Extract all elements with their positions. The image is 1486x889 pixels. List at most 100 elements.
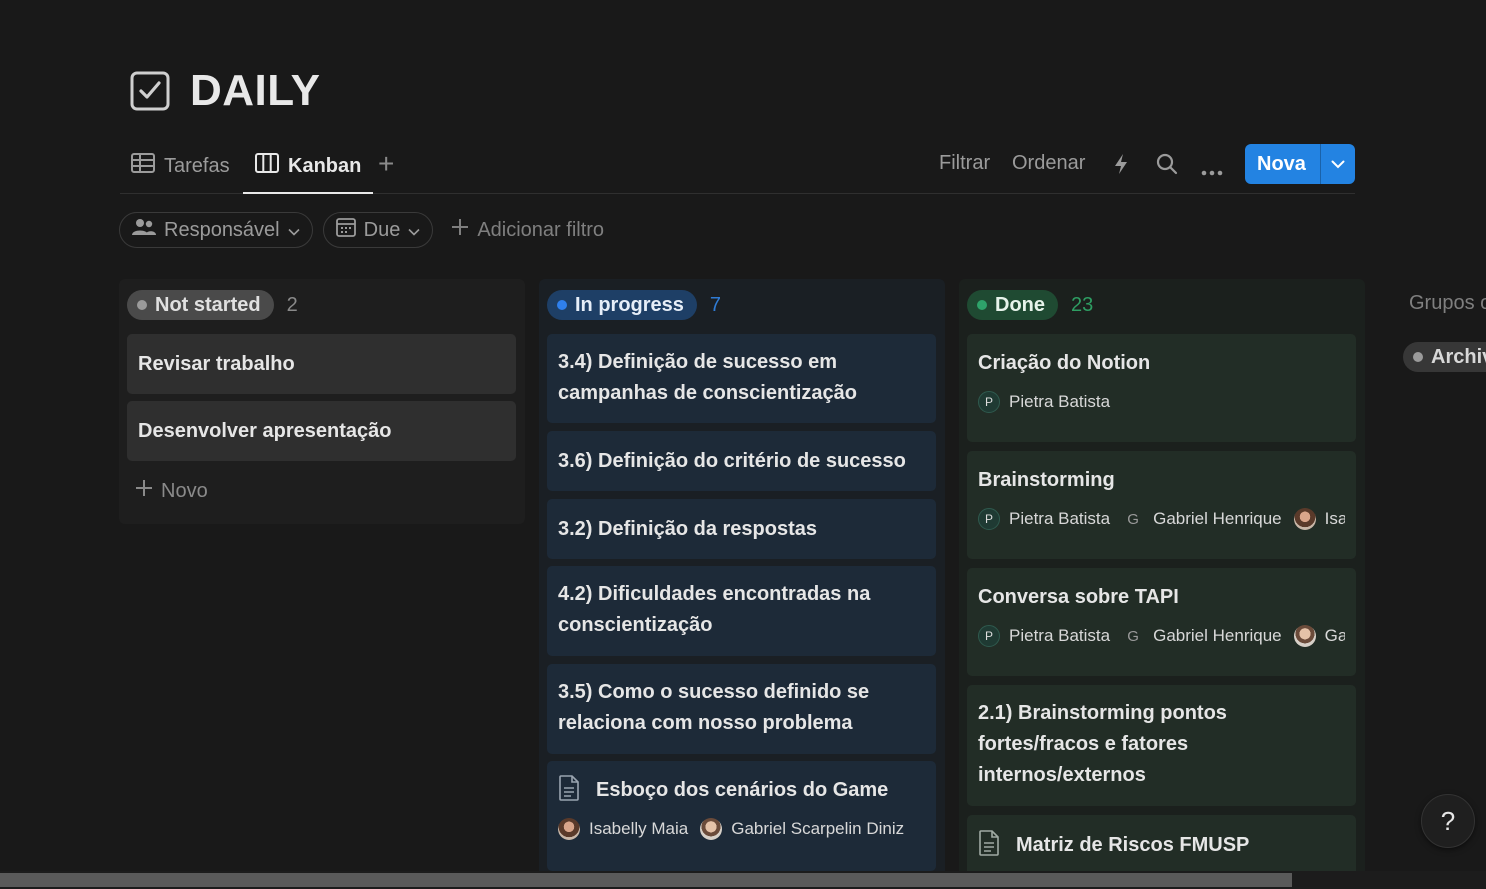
archived-label: Archiv: [1431, 345, 1486, 368]
add-filter-label: Adicionar filtro: [477, 218, 605, 241]
board-card[interactable]: 3.5) Como o sucesso definido se relacion…: [547, 664, 936, 754]
board-card[interactable]: Conversa sobre TAPI P Pietra Batista G G…: [967, 568, 1356, 676]
card-title: 3.5) Como o sucesso definido se relacion…: [558, 681, 870, 734]
new-card-button[interactable]: Novo: [135, 479, 208, 503]
card-title: Conversa sobre TAPI: [978, 586, 1179, 608]
board-card[interactable]: Esboço dos cenários do Game Isabelly Mai…: [547, 761, 936, 871]
scrollbar-thumb[interactable]: [0, 873, 1292, 887]
person-tag[interactable]: P Pietra Batista: [978, 625, 1110, 647]
status-dot: [977, 300, 987, 310]
card-people: P Pietra Batista G Gabriel Henrique Isa: [978, 508, 1345, 530]
person-name: Gabriel Scarpelin Diniz: [731, 819, 905, 838]
status-dot: [557, 300, 567, 310]
chevron-down-icon: [408, 219, 420, 242]
avatar: G: [1127, 627, 1139, 645]
tab-kanban[interactable]: Kanban: [243, 140, 374, 194]
avatar: [558, 818, 580, 840]
person-name: Pietra Batista: [1009, 392, 1111, 411]
avatar: P: [978, 625, 1000, 647]
status-dot: [1413, 352, 1423, 362]
add-filter-button[interactable]: Adicionar filtro: [451, 218, 604, 242]
card-people: P Pietra Batista: [978, 391, 1345, 413]
board-card[interactable]: Desenvolver apresentação: [127, 401, 516, 461]
new-button[interactable]: Nova: [1245, 144, 1355, 184]
board-card[interactable]: 3.2) Definição da respostas: [547, 499, 936, 559]
tab-label: Tarefas: [164, 154, 230, 177]
chip-label: Due: [363, 218, 401, 241]
filter-chip-responsavel[interactable]: Responsável: [119, 212, 313, 248]
card-title: 3.2) Definição da respostas: [558, 518, 817, 540]
person-tag[interactable]: Gabriel Scarpelin Diniz: [700, 818, 904, 840]
status-badge[interactable]: Done: [967, 290, 1058, 320]
person-tag[interactable]: Isa: [1293, 508, 1345, 530]
status-label: In progress: [575, 293, 684, 316]
column-count: 2: [286, 293, 298, 316]
board-icon: [255, 153, 279, 179]
board-card[interactable]: 2.1) Brainstorming pontos fortes/fracos …: [967, 685, 1356, 806]
board-card[interactable]: Brainstorming P Pietra Batista G Gabriel…: [967, 451, 1356, 559]
board-column-in-progress: In progress 7 3.4) Definição de sucesso …: [539, 279, 945, 879]
card-people: Isabelly Maia Gabriel Scarpelin Diniz: [558, 818, 925, 840]
card-title: 3.6) Definição do critério de sucesso: [558, 450, 906, 472]
person-tag[interactable]: Isabelly Maia: [558, 818, 688, 840]
avatar: [1293, 625, 1316, 647]
board-card[interactable]: Matriz de Riscos FMUSP: [967, 815, 1356, 879]
card-title: Criação do Notion: [978, 352, 1151, 374]
person-tag[interactable]: P Pietra Batista: [978, 391, 1110, 413]
avatar: P: [978, 391, 1000, 413]
column-count: 7: [709, 293, 722, 316]
board-card[interactable]: 3.4) Definição de sucesso em campanhas d…: [547, 334, 936, 423]
person-name: Gabriel Henrique: [1153, 626, 1282, 645]
board-card[interactable]: Revisar trabalho: [127, 334, 516, 394]
person-tag[interactable]: G Gabriel Henrique: [1122, 508, 1282, 530]
avatar: G: [1127, 510, 1139, 528]
person-name: Pietra Batista: [1009, 509, 1111, 528]
status-label: Done: [995, 293, 1045, 316]
person-name: Isa: [1324, 509, 1345, 528]
page-icon: [978, 830, 1000, 861]
card-title: Revisar trabalho: [138, 353, 295, 375]
filter-button[interactable]: Filtrar: [939, 152, 990, 175]
filter-chip-due[interactable]: Due: [322, 212, 434, 248]
board-card[interactable]: 3.6) Definição do critério de sucesso: [547, 431, 936, 491]
card-title: Matriz de Riscos FMUSP: [1016, 834, 1250, 856]
column-header: Not started 2: [127, 290, 298, 320]
status-dot: [137, 300, 147, 310]
person-name: Ga: [1324, 626, 1345, 645]
automation-icon[interactable]: [1113, 153, 1129, 181]
person-tag[interactable]: G Gabriel Henrique: [1122, 625, 1282, 647]
card-title: 3.4) Definição de sucesso em campanhas d…: [558, 351, 858, 404]
search-icon[interactable]: [1156, 153, 1178, 181]
avatar: P: [978, 508, 1000, 530]
person-name: Isabelly Maia: [589, 819, 689, 838]
chevron-down-icon[interactable]: [1321, 160, 1355, 169]
filter-bar: Responsável Due Adicionar filtro: [119, 212, 604, 248]
sort-button[interactable]: Ordenar: [1012, 152, 1085, 175]
add-view-button[interactable]: +: [378, 150, 394, 178]
tab-tarefas[interactable]: Tarefas: [131, 140, 230, 192]
avatar: [1293, 508, 1316, 530]
column-header: In progress 7: [547, 290, 721, 320]
plus-icon: [135, 479, 153, 503]
checkbox-icon: [130, 71, 170, 111]
status-label: Not started: [155, 293, 261, 316]
horizontal-scrollbar[interactable]: [0, 871, 1486, 889]
status-badge[interactable]: Not started: [127, 290, 274, 320]
tab-label: Kanban: [288, 154, 362, 177]
person-tag[interactable]: P Pietra Batista: [978, 508, 1110, 530]
person-name: Pietra Batista: [1009, 626, 1111, 645]
board-column-not-started: Not started 2 Revisar trabalho Desenvolv…: [119, 279, 525, 524]
card-title-row: Matriz de Riscos FMUSP: [978, 830, 1345, 861]
more-options-icon[interactable]: [1200, 160, 1224, 183]
column-count: 23: [1071, 293, 1094, 316]
card-people: P Pietra Batista G Gabriel Henrique Ga: [978, 625, 1345, 647]
status-badge[interactable]: In progress: [547, 290, 697, 320]
archived-group-badge[interactable]: Archiv: [1403, 342, 1486, 372]
help-button[interactable]: ?: [1421, 794, 1475, 848]
person-tag[interactable]: Ga: [1293, 625, 1345, 647]
person-name: Gabriel Henrique: [1153, 509, 1282, 528]
view-bar: Tarefas Kanban + Filtrar Ordenar Nova: [120, 140, 1355, 194]
board-card[interactable]: 4.2) Dificuldades encontradas na conscie…: [547, 566, 936, 656]
new-button-label: Nova: [1257, 152, 1306, 175]
board-card[interactable]: Criação do Notion P Pietra Batista: [967, 334, 1356, 442]
